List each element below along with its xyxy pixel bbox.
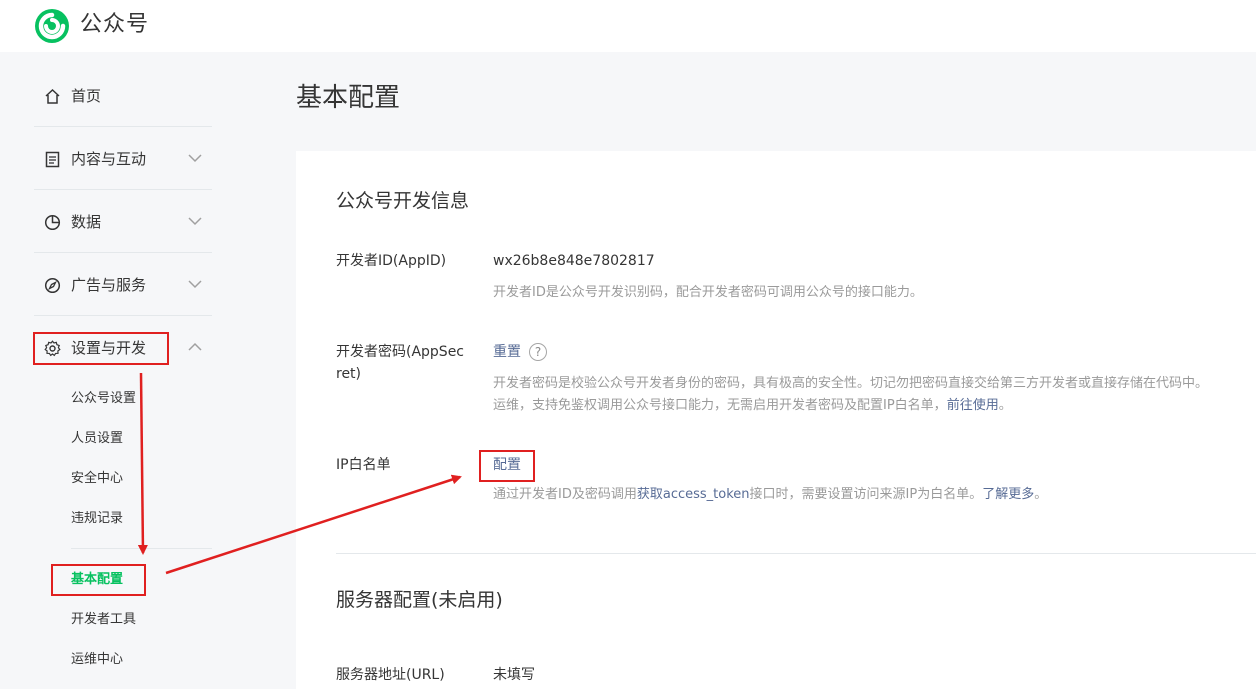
help-question-icon[interactable]: ?: [529, 343, 547, 361]
access-token-link[interactable]: 获取access_token: [637, 487, 750, 502]
ip-desc: 通过开发者ID及密码调用获取access_token接口时，需要设置访问来源IP…: [493, 484, 1047, 506]
sidebar-sub-ops-center[interactable]: 运维中心: [71, 650, 123, 670]
secret-desc-line1: 开发者密码是校验公众号开发者身份的密码，具有极高的安全性。切记勿把密码直接交给第…: [493, 376, 1209, 391]
page-title: 基本配置: [296, 83, 401, 113]
secret-reset-link[interactable]: 重置: [493, 344, 521, 360]
home-icon: [45, 88, 60, 104]
sidebar-item-label: 数据: [71, 213, 102, 231]
appid-desc: 开发者ID是公众号开发识别码，配合开发者密码可调用公众号的接口能力。: [493, 285, 923, 300]
annotation-box-ip-config: [479, 450, 535, 482]
ip-desc-mid: 接口时，需要设置访问来源IP为白名单。: [749, 487, 983, 502]
chevron-down-icon: [188, 280, 202, 289]
top-bar: 公众号: [0, 0, 1256, 52]
secret-label-line2: ret): [336, 366, 362, 382]
sidebar-sub-staff-settings[interactable]: 人员设置: [71, 429, 123, 449]
wechat-mp-logo-icon[interactable]: [34, 8, 70, 44]
secret-label: 开发者密码(AppSec ret): [336, 341, 468, 385]
annotation-box-basic-config: [51, 564, 146, 596]
learn-more-link[interactable]: 了解更多: [982, 487, 1034, 502]
brand-title[interactable]: 公众号: [80, 8, 149, 42]
sidebar-item-label: 广告与服务: [71, 276, 147, 294]
secret-desc-line2: 运维，支持免鉴权调用公众号接口能力，无需启用开发者密码及配置IP白名单，前往使用…: [493, 395, 1012, 417]
server-url-value: 未填写: [493, 667, 535, 683]
annotation-box-settings-dev: [33, 332, 169, 365]
secret-actions: 重置?: [493, 341, 547, 363]
secret-desc-text: 运维，支持免鉴权调用公众号接口能力，无需启用开发者密码及配置IP白名单，: [493, 398, 947, 413]
sidebar-sub-security-center[interactable]: 安全中心: [71, 469, 123, 489]
server-url-label: 服务器地址(URL): [336, 667, 445, 683]
sidebar-item-label: 内容与互动: [71, 150, 147, 168]
secret-label-line1: 开发者密码(AppSec: [336, 344, 465, 360]
appid-value: wx26b8e848e7802817: [493, 253, 655, 269]
appid-label: 开发者ID(AppID): [336, 253, 447, 269]
chevron-down-icon: [188, 154, 202, 163]
compass-icon: [44, 277, 61, 294]
sidebar-item-data[interactable]: 数据: [34, 191, 212, 253]
chevron-up-icon: [188, 342, 202, 351]
sidebar-item-label: 首页: [71, 87, 102, 105]
secret-desc-suffix: 。: [998, 398, 1012, 413]
sidebar-item-ads-services[interactable]: 广告与服务: [34, 254, 212, 316]
chevron-down-icon: [188, 217, 202, 226]
ip-desc-text: 通过开发者ID及密码调用: [493, 487, 637, 502]
sidebar-sub-account-settings[interactable]: 公众号设置: [71, 389, 136, 409]
sidebar-sub-violation-records[interactable]: 违规记录: [71, 509, 123, 529]
sidebar-divider: [71, 548, 212, 549]
ip-whitelist-label: IP白名单: [336, 457, 391, 473]
sidebar-item-content[interactable]: 内容与互动: [34, 128, 212, 190]
sidebar-sub-developer-tools[interactable]: 开发者工具: [71, 610, 136, 630]
go-use-link[interactable]: 前往使用: [947, 398, 999, 413]
section-divider: [336, 553, 1256, 554]
dev-info-title: 公众号开发信息: [336, 190, 470, 212]
sidebar-item-home[interactable]: 首页: [34, 65, 212, 127]
server-config-title: 服务器配置(未启用): [336, 589, 503, 611]
ip-desc-suffix: 。: [1034, 487, 1048, 502]
pie-chart-icon: [44, 214, 61, 231]
document-icon: [45, 151, 60, 168]
config-card: 公众号开发信息 开发者ID(AppID) wx26b8e848e7802817 …: [296, 151, 1256, 689]
